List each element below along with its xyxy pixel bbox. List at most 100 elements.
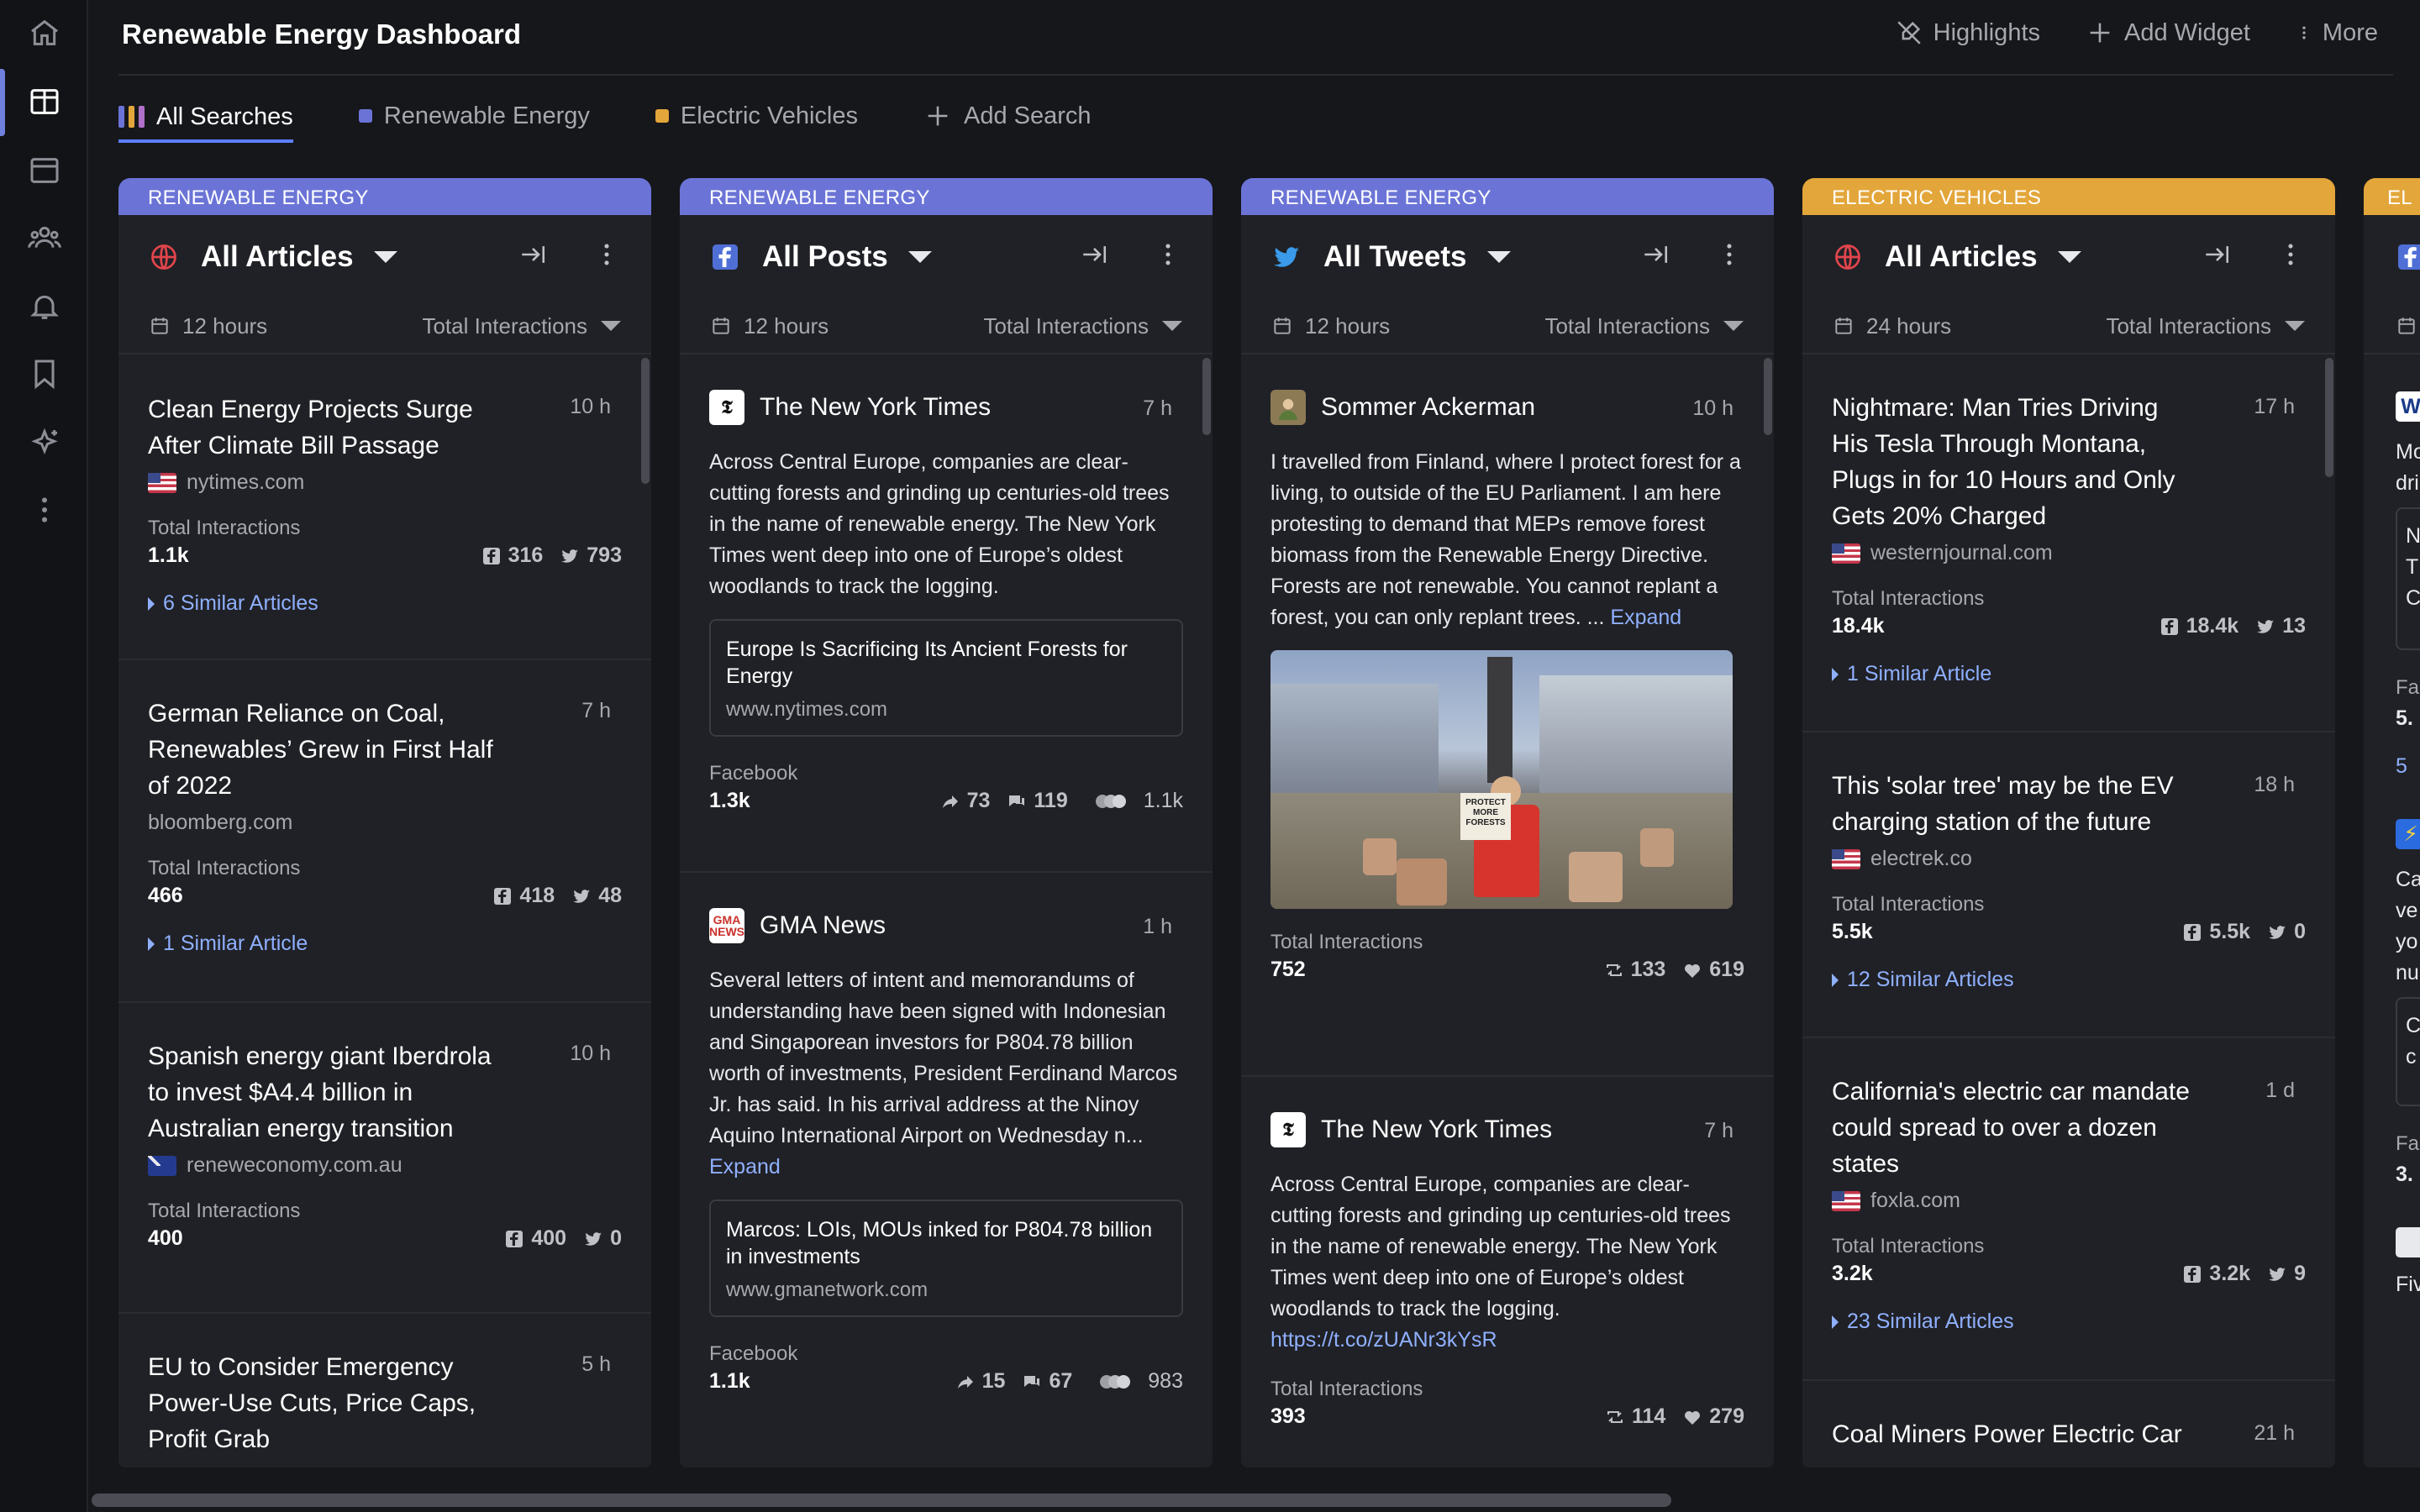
export-arrow-icon[interactable] [1080,240,1108,269]
article-card[interactable]: 18 h This 'solar tree' may be the EV cha… [1802,732,2335,1038]
bell-icon[interactable] [24,286,66,328]
column-header [2364,215,2420,299]
team-icon[interactable] [24,217,66,259]
add-search-button[interactable]: Add Search [923,94,1092,138]
similar-articles-link[interactable]: 1 Similar Article [148,932,622,956]
more-button[interactable]: More [2296,18,2378,47]
article-card[interactable]: 17 h Nightmare: Man Tries Driving His Te… [1802,354,2335,732]
article-title[interactable]: Coal Miners Power Electric Car [1832,1416,2193,1452]
post-text-body: Several letters of intent and memorandum… [709,969,1178,1147]
more-vertical-icon[interactable] [592,240,621,269]
post-card[interactable]: 7 h 𝕿 The New York Times Across Central … [680,354,1213,873]
similar-articles-link[interactable]: 12 Similar Articles [1832,968,2306,992]
article-card[interactable]: 21 h Coal Miners Power Electric Car [1802,1381,2335,1467]
article-title[interactable]: Nightmare: Man Tries Driving His Tesla T… [1832,390,2193,534]
caret-down-icon[interactable] [373,251,397,263]
article-title[interactable]: Spanish energy giant Iberdrola to invest… [148,1038,509,1147]
tweet-card[interactable]: 10 h Sommer Ackerman I travelled from Fi… [1241,354,1774,1077]
caret-down-icon[interactable] [1486,251,1511,263]
export-arrow-icon[interactable] [518,240,547,269]
link-preview[interactable]: Marcos: LOIs, MOUs inked for P804.78 bil… [709,1200,1183,1317]
window-icon[interactable] [24,150,66,192]
article-card[interactable]: 5 h EU to Consider Emergency Power-Use C… [118,1314,651,1467]
caret-right-icon [1832,667,1839,681]
home-icon[interactable] [24,12,66,54]
highlights-off-icon [1897,21,1921,45]
tab-renewable-energy[interactable]: Renewable Energy [358,94,590,138]
article-card[interactable]: 7 h German Reliance on Coal, Renewables’… [118,660,651,1003]
more-vertical-icon[interactable] [1154,240,1182,269]
article-title[interactable]: EU to Consider Emergency Power-Use Cuts,… [148,1349,509,1457]
tweet-author[interactable]: Sommer Ackerman [1321,393,1535,422]
article-title[interactable]: California's electric car mandate could … [1832,1074,2193,1182]
more-vertical-icon[interactable] [2276,240,2305,269]
timeframe-filter[interactable]: 24 hours [1833,313,1951,339]
column-title[interactable]: All Articles [201,240,354,274]
add-widget-button[interactable]: Add Widget [2086,18,2250,47]
facebook-icon [494,887,512,905]
link-preview[interactable]: N T C [2396,507,2420,650]
post-card[interactable]: 1 h GMA NEWS GMA News Several letters of … [680,873,1213,1461]
tab-label: Add Search [964,102,1092,129]
tab-electric-vehicles[interactable]: Electric Vehicles [655,94,858,138]
caret-down-icon[interactable] [2057,251,2081,263]
main-area: Renewable Energy Dashboard Highlights Ad… [88,0,2420,1512]
dashboard-columns-icon[interactable] [24,81,66,123]
ti-value: 3.2k [1832,1262,1873,1285]
tweet-author[interactable]: The New York Times [1321,1116,1552,1144]
more-vertical-icon[interactable] [1715,240,1744,269]
article-title[interactable]: Clean Energy Projects Surge After Climat… [148,391,509,464]
column-title[interactable]: All Articles [1885,240,2038,274]
expand-link[interactable]: Expand [1610,606,1681,629]
sparkle-icon[interactable] [24,422,66,464]
article-age: 7 h [581,699,611,722]
link-preview[interactable]: C c [2396,997,2420,1106]
retweet-count: 114 [1631,1404,1666,1428]
article-card[interactable]: 10 h Spanish energy giant Iberdrola to i… [118,1003,651,1314]
calendar-icon [2398,318,2415,334]
post-source[interactable]: GMA News [760,911,886,940]
similar-articles-link[interactable]: 6 Similar Articles [148,591,622,616]
sort-dropdown[interactable]: Total Interactions [422,313,621,339]
similar-articles-link[interactable]: 23 Similar Articles [1832,1310,2306,1334]
sort-dropdown[interactable]: Total Interactions [2106,313,2305,339]
timeframe-filter[interactable]: 12 hours [149,313,267,339]
clipped-text: N [2406,524,2420,548]
post-source[interactable]: The New York Times [760,393,991,422]
article-age: 17 h [2254,395,2295,418]
reactions-count: 1.1k [1143,789,1183,812]
timeframe-filter[interactable]: 12 hours [710,313,829,339]
similar-articles-link[interactable]: 1 Similar Article [1832,662,2306,686]
ti-label: Total Interactions [1832,893,1985,916]
article-card[interactable]: 1 d California's electric car mandate co… [1802,1038,2335,1381]
sort-dropdown[interactable]: Total Interactions [983,313,1182,339]
caret-down-icon[interactable] [908,251,932,263]
article-age: 1 d [2265,1079,2295,1102]
like-count: 619 [1709,958,1744,981]
tweet-card[interactable]: 7 h 𝕿 The New York Times Across Central … [1241,1077,1774,1463]
tab-all-searches[interactable]: All Searches [118,94,293,143]
ti-label: Total Interactions [148,1200,301,1222]
article-title[interactable]: This 'solar tree' may be the EV charging… [1832,768,2193,840]
globe-icon [149,242,179,272]
highlights-button[interactable]: Highlights [1895,18,2040,47]
twitter-count: 0 [610,1226,622,1250]
article-title[interactable]: German Reliance on Coal, Renewables’ Gre… [148,696,509,804]
tweet-photo[interactable]: PROTECT MORE FORESTS [1270,650,1733,909]
expand-link[interactable]: Expand [709,1155,781,1179]
more-vertical-icon[interactable] [24,489,66,531]
timeframe-filter[interactable]: 12 hours [1271,313,1390,339]
column-title[interactable]: All Tweets [1323,240,1467,274]
bookmark-icon[interactable] [24,353,66,395]
export-arrow-icon[interactable] [2202,240,2231,269]
column-title[interactable]: All Posts [762,240,888,274]
column-filters: 12 hours Total Interactions [118,299,651,354]
export-arrow-icon[interactable] [1641,240,1670,269]
link-preview[interactable]: Europe Is Sacrificing Its Ancient Forest… [709,619,1183,737]
horizontal-scrollbar-thumb[interactable] [92,1494,1671,1507]
caret-right-icon [148,596,155,611]
sort-dropdown[interactable]: Total Interactions [1544,313,1744,339]
facebook-icon [2396,242,2420,272]
article-card[interactable]: 10 h Clean Energy Projects Surge After C… [118,354,651,660]
tweet-url-link[interactable]: https://t.co/zUANr3kYsR [1270,1328,1497,1352]
